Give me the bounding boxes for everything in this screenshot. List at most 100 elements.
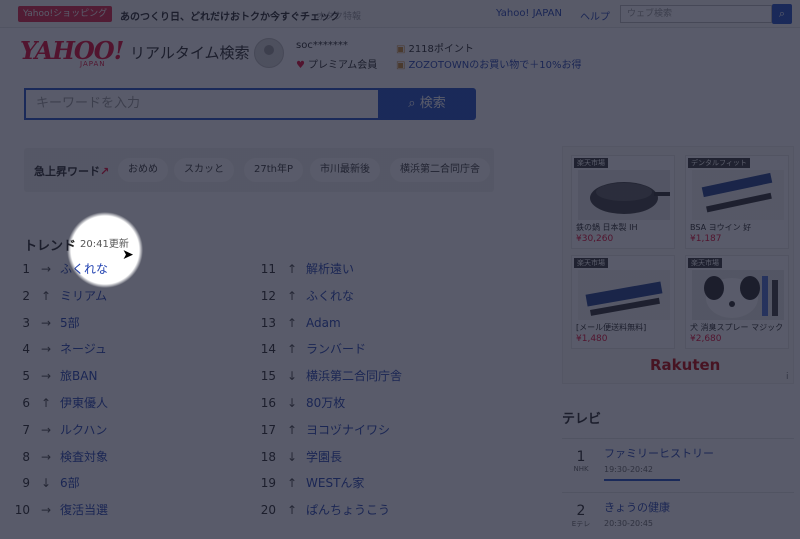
web-search-button[interactable]: ⌕ xyxy=(772,4,792,24)
trend-row[interactable]: 17 ↑ ヨコヅナイワシ xyxy=(256,420,486,440)
trending-word-chip[interactable]: 横浜第二合同庁舎 xyxy=(390,158,490,182)
trend-arrow-icon: ↑ xyxy=(286,503,298,518)
trend-row[interactable]: 9 ↓ 6部 xyxy=(10,473,240,493)
tv-program-title[interactable]: ファミリーヒストリー xyxy=(604,445,714,461)
trend-keyword-link[interactable]: WESTん家 xyxy=(306,473,364,493)
trend-keyword-link[interactable]: 旅BAN xyxy=(60,366,97,386)
trend-row[interactable]: 20 ↑ ぱんちょうこう xyxy=(256,500,486,520)
trend-row[interactable]: 5 → 旅BAN xyxy=(10,366,240,386)
search-button[interactable]: ⌕ 検索 xyxy=(378,88,476,120)
trending-word-chip[interactable]: スカッと xyxy=(174,158,234,182)
tv-program-title[interactable]: きょうの健康 xyxy=(604,499,670,515)
trend-row[interactable]: 15 ↓ 横浜第二合同庁舎 xyxy=(256,366,486,386)
ad-price: ¥2,680 xyxy=(690,334,722,344)
ad-item[interactable]: 楽天市場 犬 消臭スプレー マジック ¥2,680 xyxy=(685,255,789,349)
trend-row[interactable]: 11 ↑ 解析遠い xyxy=(256,259,486,279)
ad-info-icon[interactable]: i xyxy=(786,372,789,382)
avatar[interactable] xyxy=(254,38,284,68)
tv-channel: 1 NHK xyxy=(568,449,594,473)
trend-row[interactable]: 19 ↑ WESTん家 xyxy=(256,473,486,493)
yahoo-logo[interactable]: YAHOO! xyxy=(20,36,124,65)
trending-word-chip[interactable]: 市川最新後 xyxy=(310,158,380,182)
trend-rank: 8 xyxy=(22,449,30,464)
trending-word-chip[interactable]: おめめ xyxy=(118,158,168,182)
trend-row[interactable]: 13 ↑ Adam xyxy=(256,313,486,333)
trending-words-title: 急上昇ワード xyxy=(34,165,100,178)
trend-rank: 7 xyxy=(22,422,30,437)
ad-title: BSA ヨウイン 好 xyxy=(690,223,752,232)
trend-arrow-icon: ↑ xyxy=(286,422,298,437)
promo-sub-link[interactable]: オタク特報 xyxy=(316,9,361,22)
ad-item[interactable]: デンタルフィット BSA ヨウイン 好 ¥1,187 xyxy=(685,155,789,249)
ad-tag: 楽天市場 xyxy=(574,158,608,168)
trend-keyword-link[interactable]: 80万枚 xyxy=(306,393,345,413)
trend-row[interactable]: 8 → 検査対象 xyxy=(10,447,240,467)
trend-arrow-icon: → xyxy=(40,315,52,330)
trend-row[interactable]: 4 → ネージュ xyxy=(10,339,240,359)
page: Yahoo!ショッピング あのつくり日、どれだけおトクか今すぐチェック オタク特… xyxy=(0,0,800,539)
trend-arrow-icon: ↑ xyxy=(286,342,298,357)
trend-row[interactable]: 12 ↑ ふくれな xyxy=(256,286,486,306)
page-title[interactable]: リアルタイム検索 xyxy=(130,42,250,63)
trend-keyword-link[interactable]: 解析遠い xyxy=(306,259,354,279)
bag-icon: ▣ xyxy=(396,60,406,71)
trend-arrow-icon: → xyxy=(40,503,52,518)
trend-keyword-link[interactable]: ミリアム xyxy=(60,286,107,306)
trend-keyword-link[interactable]: ネージュ xyxy=(60,339,107,359)
help-link[interactable]: ヘルプ xyxy=(580,8,610,23)
trend-rank: 10 xyxy=(14,503,30,518)
search-input[interactable]: キーワードを入力 xyxy=(24,88,380,120)
premium-member[interactable]: ♥ プレミアム会員 xyxy=(296,56,377,71)
promo-link[interactable]: あのつくり日、どれだけおトクか今すぐチェック xyxy=(120,8,340,23)
ad-price: ¥1,187 xyxy=(690,234,722,244)
trend-row[interactable]: 7 → ルクハン xyxy=(10,420,240,440)
trend-keyword-link[interactable]: ルクハン xyxy=(60,420,107,440)
rakuten-ad[interactable]: 楽天市場 鉄の鍋 日本製 IH ¥30,260 デンタルフィット BSA ヨウイ… xyxy=(562,146,794,384)
trend-rank: 19 xyxy=(260,476,276,491)
trend-arrow-icon: → xyxy=(40,369,52,384)
rakuten-logo[interactable]: Rakuten xyxy=(650,356,720,374)
trend-keyword-link[interactable]: 5部 xyxy=(60,313,80,333)
ad-item[interactable]: 楽天市場 鉄の鍋 日本製 IH ¥30,260 xyxy=(571,155,675,249)
tv-program-row[interactable]: 1 NHK ファミリーヒストリー 19:30-20:42 xyxy=(562,438,794,490)
dog-image xyxy=(692,270,784,320)
trend-rank: 13 xyxy=(260,315,276,330)
ad-price: ¥30,260 xyxy=(576,234,614,244)
trend-rank: 16 xyxy=(260,396,276,410)
trend-keyword-link[interactable]: 復活当選 xyxy=(60,500,108,520)
trend-row[interactable]: 6 ↑ 伊東優人 xyxy=(10,393,240,413)
trend-keyword-link[interactable]: ぱんちょうこう xyxy=(306,500,390,520)
web-search-input[interactable]: ウェブ検索 xyxy=(620,5,772,23)
tv-program-row[interactable]: 2 Eテレ きょうの健康 20:30-20:45 xyxy=(562,492,794,539)
trend-arrow-icon: → xyxy=(40,449,52,464)
tv-channel: 2 Eテレ xyxy=(568,503,594,529)
ad-tag: 楽天市場 xyxy=(688,258,722,268)
trend-row[interactable]: 16 ↓ 80万枚 xyxy=(256,393,486,413)
ad-title: 犬 消臭スプレー マジック xyxy=(690,323,784,332)
trend-keyword-link[interactable]: 伊東優人 xyxy=(60,393,108,413)
trend-row[interactable]: 3 → 5部 xyxy=(10,313,240,333)
ad-title: [メール便送料無料] xyxy=(576,323,647,332)
ad-item[interactable]: 楽天市場 [メール便送料無料] ¥1,480 xyxy=(571,255,675,349)
user-name[interactable]: soc******* xyxy=(296,40,348,51)
trend-keyword-link[interactable]: Adam xyxy=(306,313,341,333)
points[interactable]: ▣ 2118ポイント xyxy=(396,40,474,55)
trend-keyword-link[interactable]: 横浜第二合同庁舎 xyxy=(306,366,402,386)
trend-keyword-link[interactable]: ふくれな xyxy=(306,286,354,306)
trending-word-chip[interactable]: 27th年P xyxy=(244,158,304,182)
trend-keyword-link[interactable]: ランバード xyxy=(306,339,366,359)
trend-keyword-link[interactable]: 学園長 xyxy=(306,447,342,467)
trend-row[interactable]: 14 ↑ ランバード xyxy=(256,339,486,359)
yahoo-japan-link[interactable]: Yahoo! JAPAN xyxy=(496,8,562,19)
trend-row[interactable]: 2 ↑ ミリアム xyxy=(10,286,240,306)
tv-network: NHK xyxy=(573,465,589,473)
trend-keyword-link[interactable]: 6部 xyxy=(60,473,80,493)
trend-row[interactable]: 10 → 復活当選 xyxy=(10,500,240,520)
trend-keyword-link[interactable]: ふくれな xyxy=(60,259,108,279)
trend-row[interactable]: 18 ↓ 学園長 xyxy=(256,447,486,467)
zozo-promo[interactable]: ▣ ZOZOTOWNのお買い物で＋10%お得 xyxy=(396,56,581,71)
trend-keyword-link[interactable]: 検査対象 xyxy=(60,447,108,467)
shopping-badge[interactable]: Yahoo!ショッピング xyxy=(18,6,113,22)
trend-keyword-link[interactable]: ヨコヅナイワシ xyxy=(306,420,390,440)
dental-product-image xyxy=(692,170,784,220)
